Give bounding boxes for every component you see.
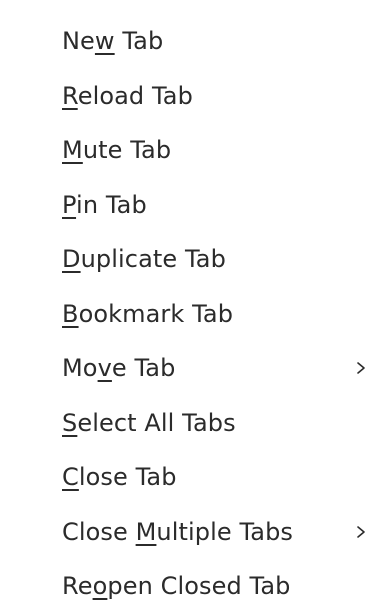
menu-item-label: Move Tab [62,354,176,383]
chevron-right-icon [353,360,369,376]
menu-item-label: Mute Tab [62,136,172,165]
accelerator-key: C [62,463,79,492]
menu-item-reopen-closed-tab[interactable]: Reopen Closed Tab [0,559,379,614]
accelerator-key: R [62,81,78,110]
menu-item-label: Duplicate Tab [62,245,226,274]
menu-item-move-tab[interactable]: Move Tab [0,341,379,396]
menu-item-new-tab[interactable]: New Tab [0,14,379,69]
menu-item-label: Select All Tabs [62,408,236,437]
menu-item-bookmark-tab[interactable]: Bookmark Tab [0,287,379,342]
menu-item-close-multiple-tabs[interactable]: Close Multiple Tabs [0,505,379,560]
menu-item-label: Pin Tab [62,190,147,219]
accelerator-key: M [135,517,157,546]
accelerator-key: P [62,190,77,219]
accelerator-key: S [62,408,78,437]
accelerator-key: o [92,572,108,601]
menu-item-reload-tab[interactable]: Reload Tab [0,69,379,124]
accelerator-key: D [62,245,81,274]
menu-item-label: Bookmark Tab [62,299,234,328]
accelerator-key: w [94,27,115,56]
accelerator-key: M [62,136,83,165]
menu-item-label: New Tab [62,27,164,56]
menu-item-close-tab[interactable]: Close Tab [0,450,379,505]
menu-item-label: Close Tab [62,463,177,492]
menu-item-select-all-tabs[interactable]: Select All Tabs [0,396,379,451]
menu-item-mute-tab[interactable]: Mute Tab [0,123,379,178]
menu-item-label: Reopen Closed Tab [62,572,291,601]
accelerator-key: v [97,354,112,383]
accelerator-key: B [62,299,79,328]
tab-context-menu: New Tab Reload Tab Mute Tab Pin Tab Dupl… [0,0,379,607]
menu-item-label: Close Multiple Tabs [62,517,294,546]
menu-item-label: Reload Tab [62,81,193,110]
menu-item-pin-tab[interactable]: Pin Tab [0,178,379,233]
menu-item-duplicate-tab[interactable]: Duplicate Tab [0,232,379,287]
chevron-right-icon [353,524,369,540]
